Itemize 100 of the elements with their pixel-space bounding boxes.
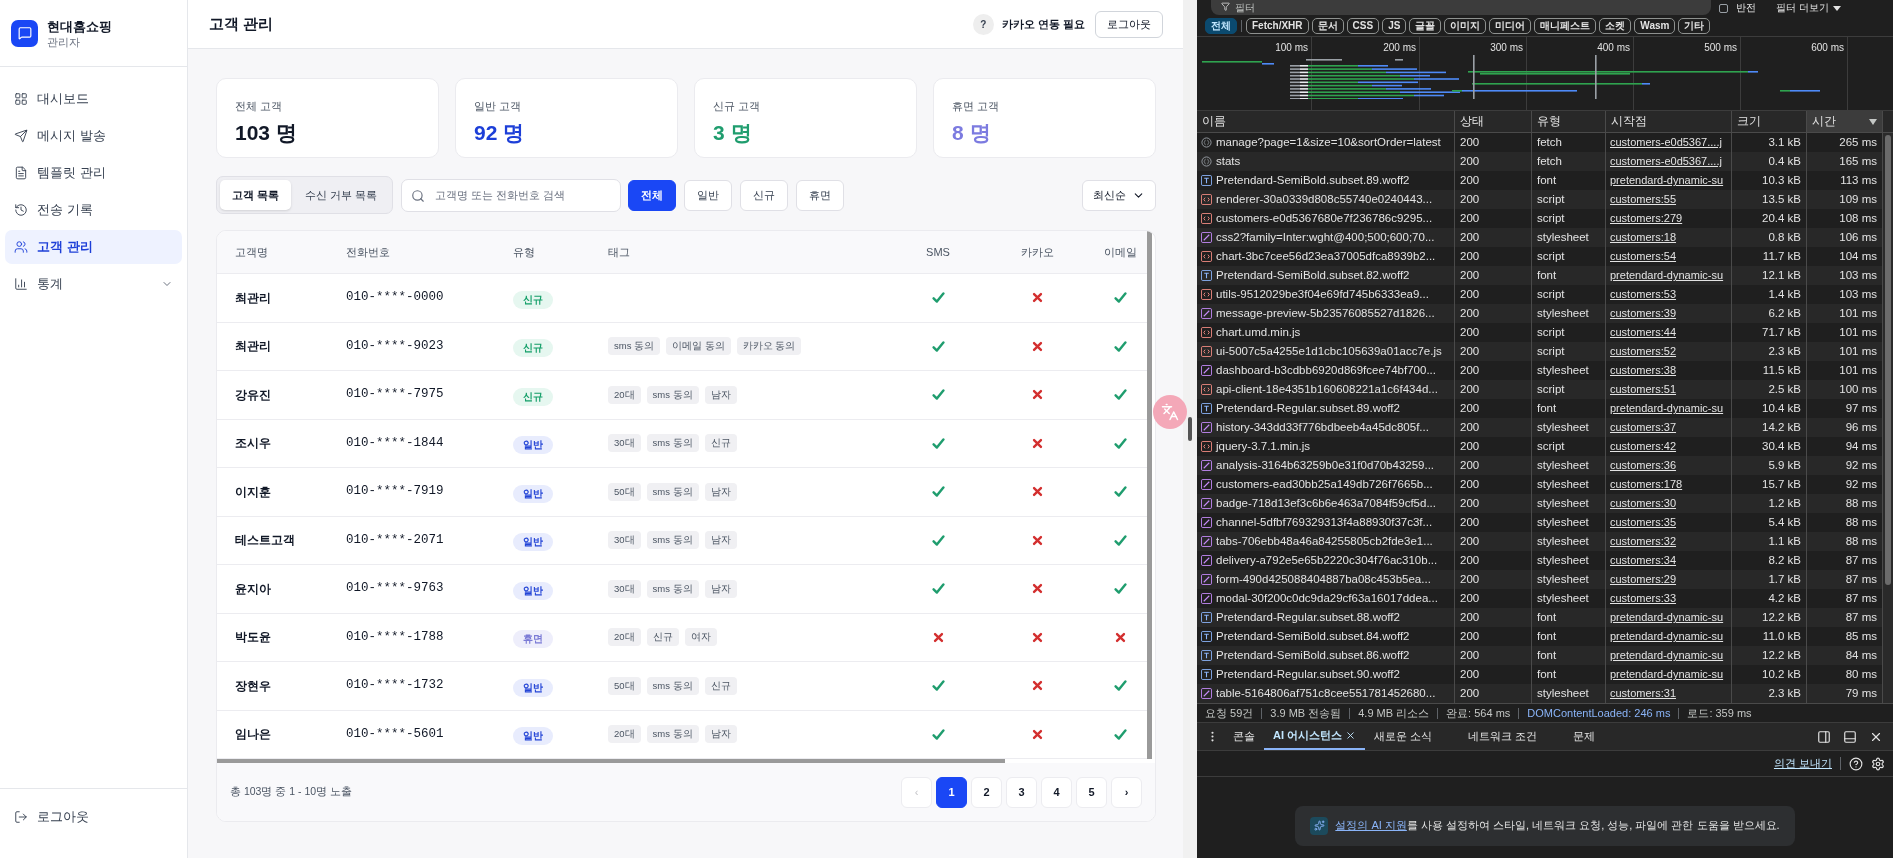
initiator-link[interactable]: customers:33 — [1610, 590, 1677, 607]
page-button[interactable]: 2 — [971, 776, 1002, 808]
drawer-tab[interactable]: 문제 — [1564, 723, 1605, 750]
initiator-link[interactable]: customers:51 — [1610, 381, 1677, 398]
sidebar-item[interactable]: 고객 관리 — [5, 230, 182, 264]
initiator-link[interactable]: customers:18 — [1610, 229, 1677, 246]
logout-link[interactable]: 로그아웃 — [5, 800, 98, 833]
request-name[interactable]: dashboard-b3cdbb6920d869fcee74bf700... — [1216, 361, 1436, 380]
initiator-link[interactable]: customers:178 — [1610, 476, 1683, 493]
request-name[interactable]: Pretendard-Regular.subset.90.woff2 — [1216, 665, 1400, 684]
initiator-link[interactable]: pretendard-dynamic-su — [1610, 267, 1724, 284]
list-tab[interactable]: 수신 거부 목록 — [293, 180, 390, 210]
filter-button[interactable]: 신규 — [740, 179, 789, 211]
sidebar-item[interactable]: 대시보드 — [5, 82, 182, 116]
request-name[interactable]: utils-9512029be3f04e69fd745b6333ea9... — [1216, 285, 1429, 304]
initiator-link[interactable]: customers:39 — [1610, 305, 1677, 322]
settings-link[interactable]: 설정의 AI 지원 — [1335, 819, 1407, 832]
request-name[interactable]: chart-3bc7cee56d23ea37005dfca8939b2... — [1216, 247, 1436, 266]
initiator-link[interactable]: customers:37 — [1610, 419, 1677, 436]
request-name[interactable]: form-490d425088404887ba08c453b5ea... — [1216, 570, 1431, 589]
initiator-link[interactable]: customers:32 — [1610, 533, 1677, 550]
request-name[interactable]: renderer-30a0339d808c55740e0240443... — [1216, 190, 1433, 209]
search-field[interactable]: 고객명 또는 전화번호 검색 — [401, 178, 622, 212]
request-name[interactable]: jquery-3.7.1.min.js — [1216, 437, 1310, 456]
type-filter-chip[interactable]: Wasm — [1634, 18, 1676, 34]
initiator-link[interactable]: customers:44 — [1610, 324, 1677, 341]
request-name[interactable]: chart.umd.min.js — [1216, 323, 1301, 342]
help-badge[interactable]: ? — [972, 13, 994, 35]
request-name[interactable]: Pretendard-SemiBold.subset.82.woff2 — [1216, 266, 1410, 285]
type-filter-chip[interactable]: JS — [1382, 18, 1407, 34]
dock-bottom-icon[interactable] — [1843, 729, 1857, 744]
filter-field[interactable]: 필터 — [1211, 0, 1711, 16]
type-filter-chip[interactable]: 전체 — [1205, 18, 1237, 34]
initiator-link[interactable]: customers:30 — [1610, 495, 1677, 512]
type-filter-chip[interactable]: CSS — [1346, 18, 1380, 34]
request-name[interactable]: badge-718d13ef3c6b6e463a7084f59cf5d... — [1216, 494, 1436, 513]
list-tab[interactable]: 고객 목록 — [220, 180, 292, 210]
sidebar-item[interactable]: 템플릿 관리 — [5, 156, 182, 190]
request-name[interactable]: analysis-3164b63259b0e31f0d70b43259... — [1216, 456, 1435, 475]
type-filter-chip[interactable]: 미디어 — [1489, 18, 1532, 34]
initiator-link[interactable]: customers:279 — [1610, 210, 1683, 227]
initiator-link[interactable]: customers:53 — [1610, 286, 1677, 303]
initiator-link[interactable]: customers:35 — [1610, 514, 1677, 531]
request-name[interactable]: message-preview-5b23576085527d1826... — [1216, 304, 1435, 323]
initiator-link[interactable]: customers-e0d5367....j — [1610, 134, 1722, 151]
sidebar-item[interactable]: 메시지 발송 — [5, 119, 182, 153]
initiator-link[interactable]: customers:52 — [1610, 343, 1677, 360]
dock-right-icon[interactable] — [1817, 729, 1831, 744]
initiator-link[interactable]: pretendard-dynamic-su — [1610, 172, 1724, 189]
filter-button[interactable]: 휴면 — [796, 179, 845, 211]
next-page-button[interactable]: › — [1111, 776, 1142, 808]
request-name[interactable]: manage?page=1&size=10&sortOrder=latest — [1216, 133, 1441, 152]
initiator-link[interactable]: customers-e0d5367....j — [1610, 153, 1722, 170]
initiator-link[interactable]: customers:29 — [1610, 571, 1677, 588]
request-name[interactable]: stats — [1216, 152, 1241, 171]
type-filter-chip[interactable]: 글꼴 — [1409, 18, 1442, 34]
request-name[interactable]: channel-5dfbf769329313f4a88930f37c3f... — [1216, 513, 1433, 532]
initiator-link[interactable]: pretendard-dynamic-su — [1610, 628, 1724, 645]
request-name[interactable]: history-343dd33f776bdbeeb4a45dc805f... — [1216, 418, 1429, 437]
initiator-link[interactable]: pretendard-dynamic-su — [1610, 609, 1724, 626]
page-button[interactable]: 3 — [1006, 776, 1037, 808]
initiator-link[interactable]: pretendard-dynamic-su — [1610, 400, 1724, 417]
network-column-header[interactable]: 유형 — [1532, 111, 1606, 132]
initiator-link[interactable]: pretendard-dynamic-su — [1610, 647, 1724, 664]
request-name[interactable]: customers-ead30bb25a149db726f7665b... — [1216, 475, 1433, 494]
request-name[interactable]: delivery-a792e5e65b2220c304f76ac310b... — [1216, 551, 1438, 570]
type-filter-chip[interactable]: 매니페스트 — [1534, 18, 1597, 34]
initiator-link[interactable]: pretendard-dynamic-su — [1610, 666, 1724, 683]
request-name[interactable]: ui-5007c5a4255e1d1cbc105639a01acc7e.js — [1216, 342, 1442, 361]
page-button[interactable]: 4 — [1041, 776, 1072, 808]
request-name[interactable]: Pretendard-SemiBold.subset.89.woff2 — [1216, 171, 1410, 190]
type-filter-chip[interactable]: 이미지 — [1444, 18, 1487, 34]
request-name[interactable]: Pretendard-SemiBold.subset.86.woff2 — [1216, 646, 1410, 665]
initiator-link[interactable]: customers:55 — [1610, 191, 1677, 208]
resize-handle[interactable] — [1188, 417, 1192, 441]
type-filter-chip[interactable]: 기타 — [1678, 18, 1711, 34]
request-name[interactable]: tabs-706ebb48a46a84255805cb2fde3e1... — [1216, 532, 1433, 551]
initiator-link[interactable]: customers:31 — [1610, 685, 1677, 702]
help-icon[interactable] — [1849, 756, 1863, 771]
request-name[interactable]: modal-30f200c0dc9da29cf63a16017ddea... — [1216, 589, 1438, 608]
request-name[interactable]: table-5164806af751c8cee551781452680... — [1216, 684, 1436, 703]
drawer-tab[interactable]: 새로운 소식 — [1365, 723, 1442, 750]
sidebar-item[interactable]: 통계 — [5, 267, 182, 301]
sidebar-item[interactable]: 전송 기록 — [5, 193, 182, 227]
request-name[interactable]: css2?family=Inter:wght@400;500;600;70... — [1216, 228, 1435, 247]
close-icon[interactable] — [1345, 730, 1357, 741]
sort-dropdown[interactable]: 최신순 — [1082, 179, 1156, 211]
page-button[interactable]: 5 — [1076, 776, 1107, 808]
request-name[interactable]: Pretendard-SemiBold.subset.84.woff2 — [1216, 627, 1410, 646]
type-filter-chip[interactable]: 소켓 — [1599, 18, 1632, 34]
network-column-header[interactable]: 시작점 — [1606, 111, 1732, 132]
feedback-link[interactable]: 의견 보내기 — [1773, 755, 1832, 772]
network-column-header[interactable]: 시간 — [1807, 111, 1883, 132]
initiator-link[interactable]: customers:54 — [1610, 248, 1677, 265]
network-column-header[interactable]: 이름 — [1197, 111, 1455, 132]
initiator-link[interactable]: customers:42 — [1610, 438, 1677, 455]
page-button[interactable]: 1 — [936, 776, 967, 808]
type-filter-chip[interactable]: 문서 — [1311, 18, 1344, 34]
drawer-tab[interactable]: AI 어시스턴스 — [1264, 723, 1366, 750]
settings-icon[interactable] — [1871, 756, 1885, 771]
